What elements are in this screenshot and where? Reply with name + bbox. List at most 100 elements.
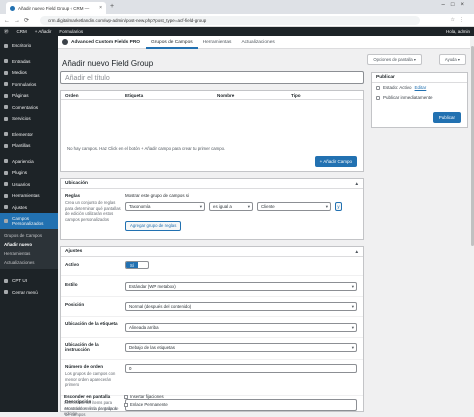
rules-description: Crea un conjunto de reglas para determin…: [65, 200, 121, 222]
sidebar-item-usuarios[interactable]: Usuarios: [0, 179, 58, 191]
collapse-icon: [4, 290, 8, 295]
browser-nav-icons[interactable]: ←→⟳: [4, 17, 33, 24]
tab-grupos[interactable]: Grupos de Campos: [146, 36, 198, 49]
sidebar-item-cptui[interactable]: CPT UI: [0, 275, 58, 287]
submenu-actualizaciones[interactable]: Actualizaciones: [0, 258, 58, 267]
order-input[interactable]: 0: [125, 364, 357, 373]
acf-header: Advanced Custom Fields PRO Grupos de Cam…: [58, 36, 474, 49]
col-tipo: Tipo: [291, 92, 301, 98]
adminbar-forms[interactable]: Formularios: [59, 29, 83, 34]
publish-time: Publicar inmediatamente: [372, 93, 467, 103]
page-title: Añadir nuevo Field Group: [62, 59, 154, 68]
tab-actualizaciones[interactable]: Actualizaciones: [236, 36, 279, 49]
settings-box: Ajustes ▴ Activo Sí Estilo Estándar (WP m…: [60, 246, 364, 417]
collapse-menu[interactable]: Cerrar menú: [0, 287, 58, 299]
sidebar-item-apariencia[interactable]: Apariencia: [0, 156, 58, 168]
window-controls[interactable]: –□×: [442, 2, 470, 8]
submenu-anadir[interactable]: Añadir nuevo: [0, 240, 58, 249]
plugin-icon: [4, 170, 8, 175]
submenu-grupos[interactable]: Grupos de Campos: [0, 231, 58, 240]
sidebar-item-plugins[interactable]: Plugins: [0, 167, 58, 179]
add-field-button[interactable]: + Añadir Campo: [314, 156, 357, 167]
adminbar-new[interactable]: + Añadir: [35, 29, 52, 34]
close-tab-icon[interactable]: ×: [99, 5, 102, 11]
rule-operator-select[interactable]: es igual a: [209, 202, 253, 211]
publish-button[interactable]: Publicar: [432, 112, 461, 123]
settings-title[interactable]: Ajustes ▴: [61, 247, 363, 257]
rule-value-select[interactable]: Cliente: [257, 202, 331, 211]
pin-icon: [4, 59, 8, 64]
hide-on-screen-description: Selecciona los ítems para esconderlos en…: [64, 400, 119, 416]
title-input[interactable]: Añadir el título: [60, 71, 364, 84]
col-orden: Orden: [65, 92, 79, 98]
hide-option-permalink[interactable]: Insertar fijaciones: [124, 394, 164, 399]
admin-sidebar: Escritorio Entradas Medios Formularios P…: [0, 36, 58, 412]
edit-status-link[interactable]: Editar: [415, 83, 427, 93]
sidebar-item-ajustes[interactable]: Ajustes: [0, 202, 58, 214]
sidebar-item-entradas[interactable]: Entradas: [0, 56, 58, 68]
checkbox-icon[interactable]: [124, 394, 128, 399]
new-tab-icon[interactable]: +: [110, 3, 114, 10]
acf-submenu: Grupos de Campos Añadir nuevo Herramient…: [0, 229, 58, 269]
location-box: Ubicación ▴ Reglas Crea un conjunto de re…: [60, 178, 364, 240]
hide-option-content[interactable]: Enlace Permanente: [124, 402, 168, 407]
label-placement-select[interactable]: Alineada arriba: [125, 323, 357, 332]
sidebar-item-paginas[interactable]: Páginas: [0, 90, 58, 102]
acf-logo-icon: [62, 39, 68, 45]
position-label: Posición: [65, 302, 85, 307]
key-icon: [376, 86, 380, 90]
hide-on-screen-label: Esconder en pantalla: [64, 394, 111, 399]
show-if-label: Mostrar este grupo de campos si: [125, 193, 189, 198]
settings-icon: [4, 205, 8, 210]
style-select[interactable]: Estándar (WP metabox): [125, 282, 357, 291]
style-label: Estilo: [65, 282, 78, 287]
sidebar-item-escritorio[interactable]: Escritorio: [0, 40, 58, 52]
sidebar-item-servicios[interactable]: Servicios: [0, 113, 58, 125]
screen-options-button[interactable]: Opciones de pantalla ▾: [367, 54, 422, 65]
sidebar-item-medios[interactable]: Medios: [0, 67, 58, 79]
sidebar-item-elementor[interactable]: Elementor: [0, 129, 58, 141]
acf-header-title: Advanced Custom Fields PRO: [71, 39, 141, 45]
url-field[interactable]: crm.digitalmarketlandin.com/wp-admin/pos…: [40, 16, 420, 25]
order-label: Número de orden: [65, 364, 104, 369]
checkbox-icon[interactable]: [124, 402, 128, 407]
page-scrollbar[interactable]: [470, 36, 474, 412]
browser-tab[interactable]: Añadir nuevo Field Group ‹ CRM — ×: [6, 2, 106, 14]
rule-param-select[interactable]: Taxonomía: [125, 202, 205, 211]
add-rule-group-button[interactable]: Agregar grupo de reglas: [125, 221, 182, 231]
label-placement-label: Ubicación de la etiqueta: [65, 321, 118, 326]
adminbar-greeting[interactable]: Hola, admin: [446, 29, 470, 34]
brush-icon: [4, 159, 8, 164]
browser-toolbar-icons[interactable]: ☆⋮: [451, 17, 468, 23]
publish-status: Estado: Activo Editar: [372, 83, 467, 93]
add-and-rule-button[interactable]: y: [335, 202, 342, 211]
sidebar-item-herramientas[interactable]: Herramientas: [0, 190, 58, 202]
location-title[interactable]: Ubicación ▴: [61, 179, 363, 189]
acf-icon: [4, 219, 8, 223]
rules-label: Reglas: [65, 193, 81, 198]
sidebar-item-formularios[interactable]: Formularios: [0, 79, 58, 91]
comment-icon: [4, 105, 8, 110]
calendar-icon: [376, 96, 380, 100]
form-icon: [4, 82, 8, 87]
position-select[interactable]: Normal (después del contenido): [125, 302, 357, 311]
collapse-caret-icon[interactable]: ▴: [355, 247, 358, 257]
tab-herramientas[interactable]: Herramientas: [198, 36, 237, 49]
adminbar-site[interactable]: CRM: [17, 29, 27, 34]
sidebar-item-plantillas[interactable]: Plantillas: [0, 140, 58, 152]
active-toggle[interactable]: Sí: [125, 261, 149, 269]
sidebar-item-campos[interactable]: Campos Personalizados: [0, 213, 58, 229]
submenu-herramientas[interactable]: Herramientas: [0, 249, 58, 258]
templates-icon: [4, 143, 8, 148]
sidebar-item-comentarios[interactable]: Comentarios: [0, 102, 58, 114]
wrench-icon: [4, 193, 8, 198]
help-button[interactable]: Ayuda ▾: [438, 54, 466, 65]
browser-tab-bar: Añadir nuevo Field Group ‹ CRM — × + –□×: [0, 0, 474, 14]
active-label: Activo: [65, 262, 80, 267]
fields-table-header: Orden Etiqueta Nombre Tipo: [61, 91, 363, 100]
publish-title: Publicar: [372, 73, 467, 83]
collapse-caret-icon[interactable]: ▴: [355, 179, 358, 189]
instruction-placement-select[interactable]: Debajo de las etiquetas: [125, 343, 357, 352]
wordpress-logo-icon[interactable]: Ⓦ: [4, 29, 9, 35]
publish-box: Publicar Estado: Activo Editar Publicar …: [371, 72, 468, 128]
